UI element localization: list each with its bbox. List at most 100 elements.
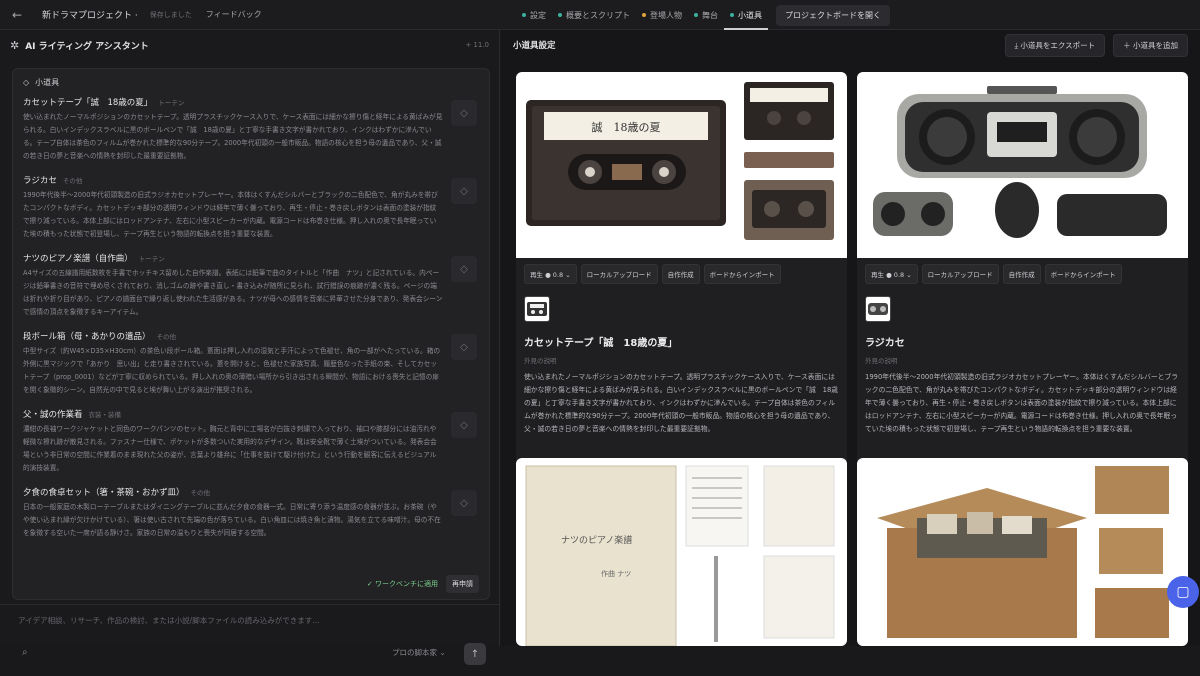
chat-input[interactable]: アイデア相談、リサーチ、作品の検討、または小説/脚本ファイルの読み込みができます… — [18, 615, 319, 626]
prop-card-sheet-music[interactable]: ナツのピアノ楽譜 作曲 ナツ — [516, 458, 847, 646]
export-props-button[interactable]: ⤓ 小道具をエクスポート — [1004, 33, 1106, 57]
local-upload-button[interactable]: ローカルアップロード — [921, 264, 999, 284]
import-from-board-button[interactable]: ボードからインポート — [1044, 264, 1122, 284]
list-item: カセットテープ「誠 18歳の夏」 トーテン 使い込まれたノーマルポジションのカセッ… — [13, 96, 489, 163]
assistant-header: ✲ AI ライティング アシスタント + 11.0 — [0, 30, 499, 60]
add-prop-button[interactable]: ＋ 小道具を追加 — [1113, 33, 1188, 57]
list-item: ナツのピアノ楽譜（自作曲） トーテン A4サイズの五線譜用紙数枚を手書でホッチキス… — [13, 252, 489, 319]
tab-settings[interactable]: 設定 — [522, 0, 546, 30]
list-item: 段ボール箱（母・あかりの遺品） その他 中型サイズ（約W45×D35×H30cm）… — [13, 330, 489, 397]
gem-button-icon[interactable]: ◇ — [451, 412, 477, 438]
prop-card-cassette[interactable]: 誠 18歳の夏 再生 ● 0.8 ⌄ ローカルアップロード 自作作成 ボードから… — [516, 72, 847, 472]
arrow-up-icon: ↑ — [470, 648, 480, 660]
self-create-button[interactable]: 自作作成 — [661, 264, 700, 284]
gem-button-icon[interactable]: ◇ — [451, 178, 477, 204]
mode-select[interactable]: プロの脚本家 ⌄ — [392, 647, 446, 658]
radio-thumb-icon — [868, 303, 888, 315]
status-dot-icon — [730, 13, 734, 17]
prop-description: 1990年代後半〜2000年代初頭製造の旧式ラジオカセットプレーヤー。本体はくす… — [865, 373, 1179, 433]
status-dot-icon — [642, 13, 646, 17]
status-dot-icon — [558, 13, 562, 17]
paperclip-icon[interactable]: ⌕ — [22, 647, 28, 658]
score-composer-text: 作曲 ナツ — [601, 569, 631, 578]
prop-card-radio[interactable]: 再生 ● 0.8 ⌄ ローカルアップロード 自作作成 ボードからインポート ラジ… — [857, 72, 1188, 472]
item-title: ラジカセ その他 — [23, 174, 443, 186]
cassette-thumb-icon — [527, 302, 547, 316]
open-project-board-button[interactable]: プロジェクトボードを開く — [776, 4, 890, 26]
prop-image — [857, 72, 1188, 258]
project-title[interactable]: 新ドラマプロジェクト · — [42, 8, 138, 21]
chat-input-area: アイデア相談、リサーチ、作品の検討、または小説/脚本ファイルの読み込みができます… — [0, 604, 500, 676]
item-tag: その他 — [156, 333, 177, 341]
item-name: 父・誠の作業着 — [23, 410, 83, 420]
assistant-title: AI ライティング アシスタント — [25, 41, 149, 52]
status-dot-icon — [522, 13, 526, 17]
item-name: 夕食の食卓セット（箸・茶碗・おかず皿） — [23, 488, 185, 498]
prop-thumbnail[interactable] — [524, 296, 550, 322]
tab-characters[interactable]: 登場人物 — [642, 0, 682, 30]
item-title: ナツのピアノ楽譜（自作曲） トーテン — [23, 252, 443, 264]
prop-image: ナツのピアノ楽譜 作曲 ナツ — [516, 458, 847, 646]
panel-title: 小道具設定 — [513, 41, 556, 51]
tab-label: 小道具 — [738, 10, 762, 20]
ai-assistant-panel: ✲ AI ライティング アシスタント + 11.0 ◇ 小道具 カセットテープ「… — [0, 30, 500, 665]
props-settings-panel: 小道具設定 ⤓ 小道具をエクスポート ＋ 小道具を追加 誠 18歳の夏 再生 ●… — [501, 30, 1200, 646]
chat-support-button[interactable]: ▢ — [1167, 576, 1199, 608]
gem-button-icon[interactable]: ◇ — [451, 256, 477, 282]
reapply-button[interactable]: 再申請 — [446, 575, 479, 593]
prop-subtitle: 外見の説明 — [524, 357, 557, 365]
prop-image — [857, 458, 1188, 646]
cardboard-box-illustration — [877, 466, 1169, 638]
item-description: 中型サイズ（約W45×D35×H30cm）の茶色い段ボール箱。蓋面は押し入れの湿… — [23, 347, 441, 394]
plus-icon: ＋ — [1123, 40, 1133, 50]
regenerate-button[interactable]: 再生 ● 0.8 ⌄ — [865, 264, 918, 284]
item-title: カセットテープ「誠 18歳の夏」 トーテン — [23, 96, 443, 108]
button-label: 小道具を追加 — [1133, 40, 1178, 50]
prop-image-toolbar: 再生 ● 0.8 ⌄ ローカルアップロード 自作作成 ボードからインポート — [516, 258, 847, 290]
props-suggestion-card: ◇ 小道具 カセットテープ「誠 18歳の夏」 トーテン 使い込まれたノーマルポジシ… — [12, 68, 490, 600]
item-tag: その他 — [190, 489, 211, 497]
item-title: 段ボール箱（母・あかりの遺品） その他 — [23, 330, 443, 342]
local-upload-button[interactable]: ローカルアップロード — [580, 264, 658, 284]
prop-image: 誠 18歳の夏 — [516, 72, 847, 258]
feedback-link[interactable]: フィードバック — [206, 9, 262, 20]
cassette-tape-illustration: 誠 18歳の夏 — [526, 82, 834, 240]
back-arrow-icon[interactable]: ← — [12, 8, 28, 22]
workflow-tabs: 設定 概要とスクリプト 登場人物 舞台 小道具 プロジェクトボードを開く — [522, 0, 890, 30]
self-create-button[interactable]: 自作作成 — [1002, 264, 1041, 284]
item-title: 夕食の食卓セット（箸・茶碗・おかず皿） その他 — [23, 486, 443, 498]
item-name: 段ボール箱（母・あかりの遺品） — [23, 332, 151, 342]
item-description: 1990年代後半〜2000年代初頭製造の旧式ラジオカセットプレーヤー。本体はくす… — [23, 191, 438, 238]
prop-name: ラジカセ — [865, 338, 905, 349]
tab-label: 概要とスクリプト — [566, 10, 630, 20]
item-name: ナツのピアノ楽譜（自作曲） — [23, 254, 133, 264]
button-label: 小道具をエクスポート — [1020, 40, 1096, 50]
gem-button-icon[interactable]: ◇ — [451, 100, 477, 126]
tab-outline-script[interactable]: 概要とスクリプト — [558, 0, 630, 30]
item-tag: その他 — [62, 177, 83, 185]
version-label: + 11.0 — [465, 41, 489, 49]
item-tag: トーテン — [158, 99, 185, 107]
radio-cassette-illustration — [873, 86, 1167, 238]
gem-button-icon[interactable]: ◇ — [451, 334, 477, 360]
item-description: A4サイズの五線譜用紙数枚を手書でホッチキス留めした自作楽譜。表紙には鉛筆で曲の… — [23, 269, 443, 316]
send-button[interactable]: ↑ — [464, 643, 486, 665]
card-header: ◇ 小道具 — [13, 69, 489, 96]
gem-icon: ◇ — [23, 78, 30, 87]
tab-props[interactable]: 小道具 — [724, 0, 768, 30]
prop-thumbnail[interactable] — [865, 296, 891, 322]
applied-status: ✓ ワークベンチに適用 — [366, 580, 438, 588]
tab-stage[interactable]: 舞台 — [694, 0, 718, 30]
regenerate-button[interactable]: 再生 ● 0.8 ⌄ — [524, 264, 577, 284]
item-name: カセットテープ「誠 18歳の夏」 — [23, 98, 153, 108]
prop-description: 使い込まれたノーマルポジションのカセットテープ。透明プラスチックケース入りで、ケ… — [524, 373, 839, 433]
list-item: 父・誠の作業着 衣装・装備 濃紺の長袖ワークジャケットと同色のワークパンツのセット… — [13, 408, 489, 475]
props-header: 小道具設定 ⤓ 小道具をエクスポート ＋ 小道具を追加 — [501, 30, 1200, 60]
chat-bubble-icon: ▢ — [1176, 584, 1190, 600]
apply-bar: ✓ ワークベンチに適用 再申請 — [367, 575, 479, 593]
item-title: 父・誠の作業着 衣装・装備 — [23, 408, 443, 420]
item-name: ラジカセ — [23, 176, 57, 186]
prop-card-cardboard-box[interactable] — [857, 458, 1188, 646]
import-from-board-button[interactable]: ボードからインポート — [703, 264, 781, 284]
gem-button-icon[interactable]: ◇ — [451, 490, 477, 516]
